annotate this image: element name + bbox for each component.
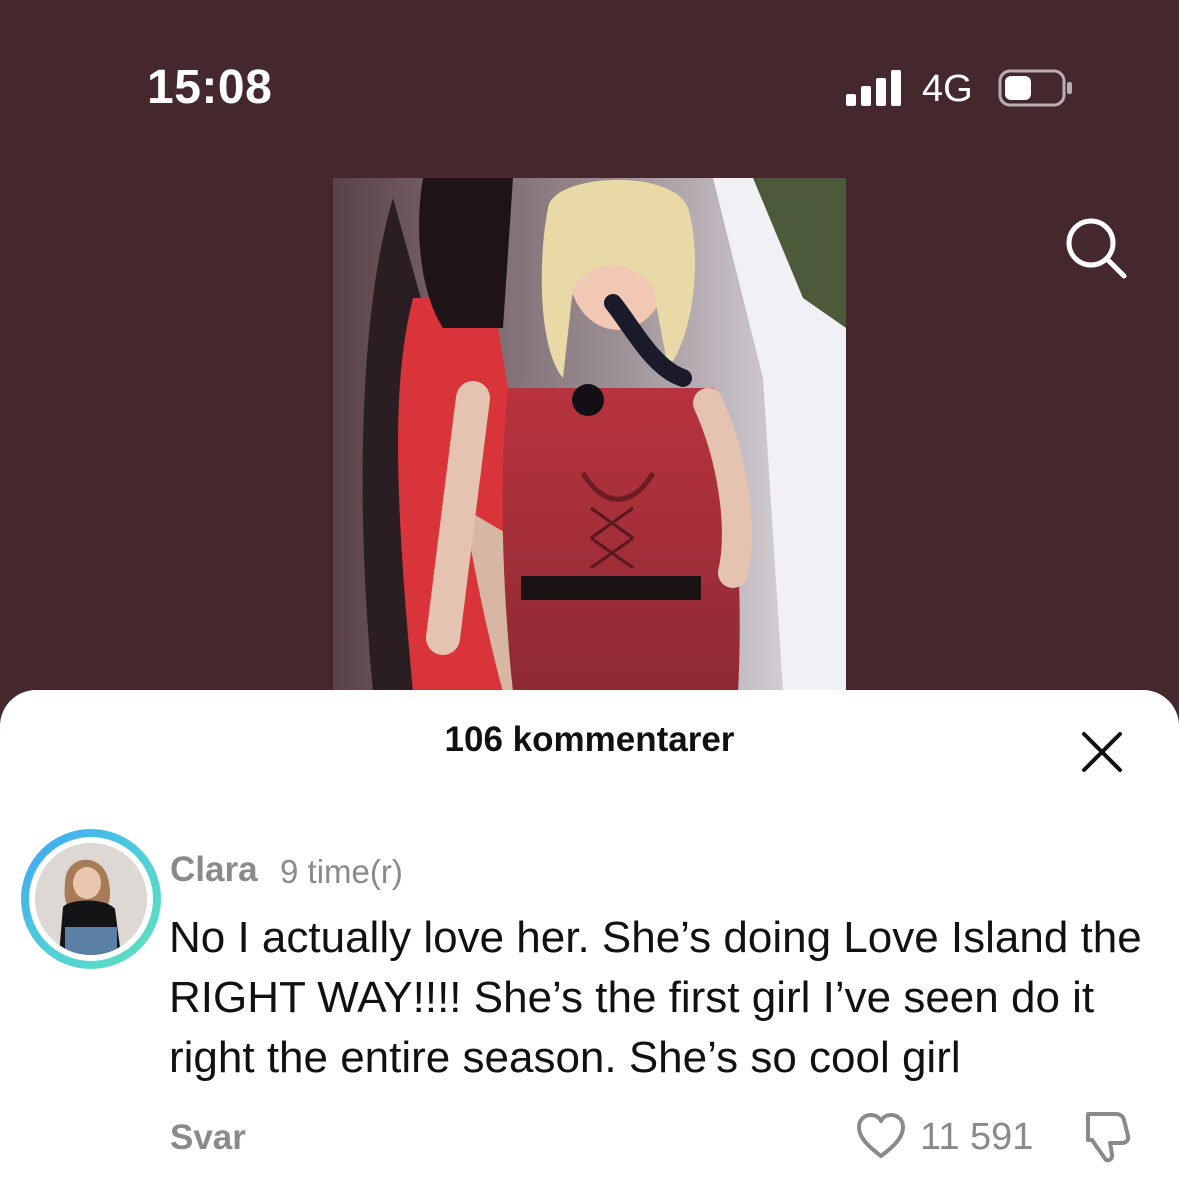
- like-count: 11 591: [920, 1116, 1034, 1158]
- status-bar: 15:08 4G: [0, 0, 1179, 160]
- avatar[interactable]: [21, 829, 161, 969]
- avatar-image: [35, 843, 147, 955]
- status-time: 15:08: [147, 61, 273, 114]
- video-image: [333, 178, 846, 692]
- comments-count-title: 106 kommentarer: [444, 720, 735, 759]
- comment-body: No I actually love her. She’s doing Love…: [169, 913, 1142, 1082]
- close-icon[interactable]: [1078, 728, 1126, 776]
- avatar-photo: [35, 843, 147, 955]
- heart-icon[interactable]: [855, 1112, 907, 1160]
- comment-username[interactable]: Clara: [170, 850, 258, 890]
- signal-icon: [846, 70, 906, 106]
- comment-timestamp: 9 time(r): [280, 853, 403, 890]
- network-label: 4G: [922, 68, 973, 110]
- comments-sheet: 106 kommentarer Clara 9 time(r) No I act…: [0, 690, 1179, 1191]
- search-icon[interactable]: [1060, 212, 1130, 282]
- video-thumbnail[interactable]: [333, 178, 846, 692]
- thumbs-down-icon[interactable]: [1080, 1108, 1136, 1164]
- battery-icon: [998, 69, 1072, 107]
- reply-button[interactable]: Svar: [170, 1118, 246, 1158]
